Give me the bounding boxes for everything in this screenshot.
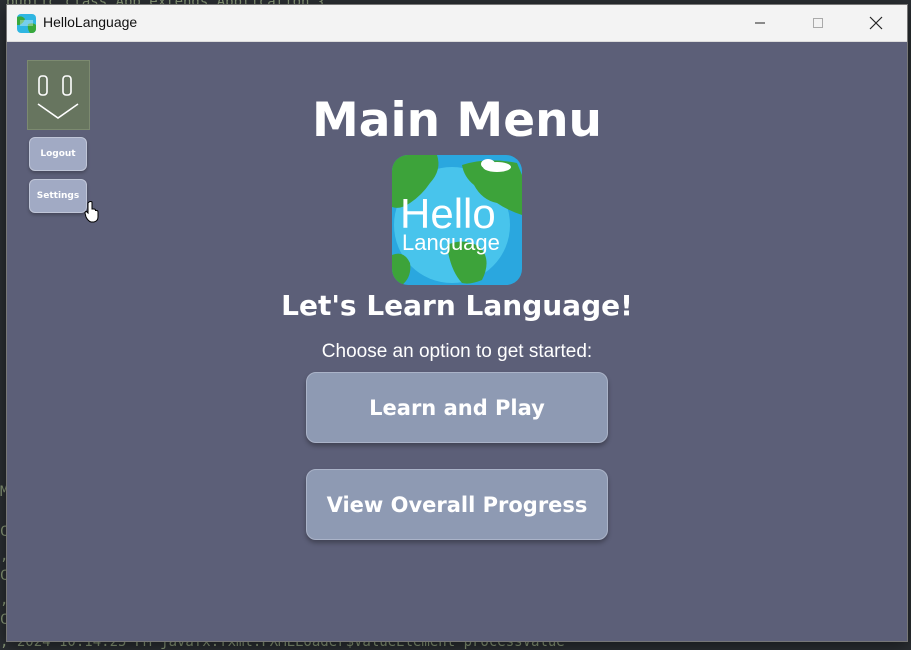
settings-button[interactable]: Settings xyxy=(29,179,87,213)
minimize-button[interactable] xyxy=(731,5,789,41)
maximize-icon xyxy=(813,18,823,28)
app-logo-icon xyxy=(17,14,36,33)
logo-text-language: Language xyxy=(402,230,500,255)
app-window: HelloLanguage Logout Settings Main Menu xyxy=(6,4,908,642)
close-icon xyxy=(869,16,883,30)
close-button[interactable] xyxy=(847,5,905,41)
main-menu-view: Logout Settings Main Menu Hello Language xyxy=(7,41,907,641)
title-bar[interactable]: HelloLanguage xyxy=(7,5,907,42)
page-title: Main Menu xyxy=(312,93,602,148)
hello-language-logo: Hello Language xyxy=(392,155,522,285)
learn-and-play-button[interactable]: Learn and Play xyxy=(306,372,608,443)
hand-cursor-icon xyxy=(84,201,100,227)
minimize-icon xyxy=(755,22,765,24)
subtitle: Let's Learn Language! xyxy=(281,289,633,322)
window-title: HelloLanguage xyxy=(43,14,138,30)
view-progress-button[interactable]: View Overall Progress xyxy=(306,469,608,540)
prompt-text: Choose an option to get started: xyxy=(321,341,593,362)
maximize-button[interactable] xyxy=(789,5,847,41)
